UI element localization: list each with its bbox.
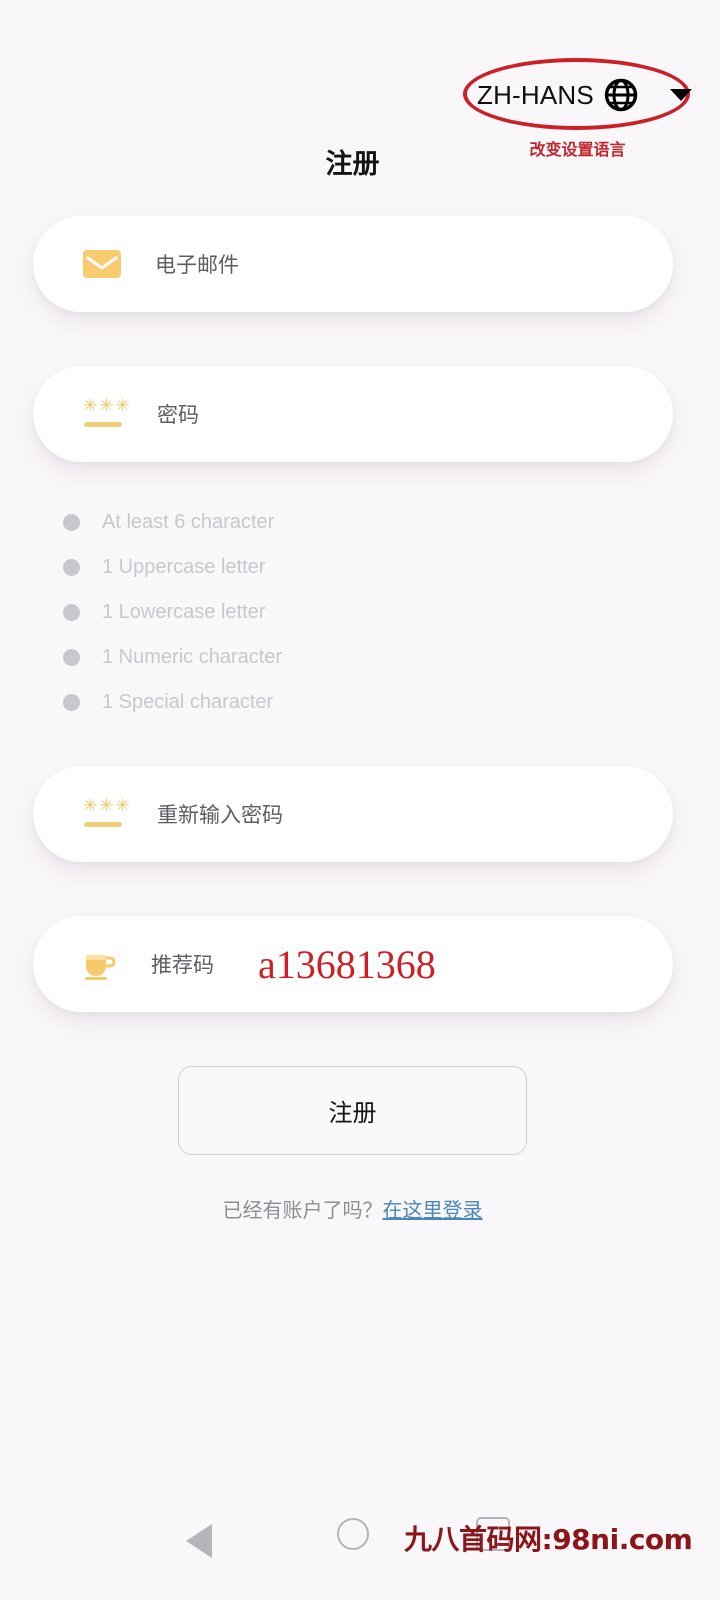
password-placeholder: 密码 (157, 404, 199, 427)
envelope-icon (83, 250, 121, 278)
referral-code-placeholder: 推荐码 (151, 954, 214, 977)
triangle-back-icon[interactable] (186, 1524, 212, 1558)
bullet-dot-icon (63, 514, 80, 531)
list-item: 1 Uppercase letter (63, 545, 543, 590)
list-item: 1 Special character (63, 680, 543, 725)
bullet-dot-icon (63, 559, 80, 576)
confirm-password-field[interactable]: ✳✳✳ 重新输入密码 (33, 766, 673, 862)
watermark-text: 九八首码网:98ni.com (404, 1523, 693, 1556)
login-link[interactable]: 在这里登录 (383, 1200, 483, 1222)
email-placeholder: 电子邮件 (155, 254, 239, 277)
requirement-text: 1 Uppercase letter (102, 556, 266, 578)
bullet-dot-icon (63, 694, 80, 711)
bullet-dot-icon (63, 649, 80, 666)
coffee-cup-icon (83, 948, 117, 980)
list-item: 1 Lowercase letter (63, 590, 543, 635)
requirement-text: 1 Numeric character (102, 646, 283, 668)
password-requirements-list: At least 6 character 1 Uppercase letter … (63, 500, 543, 725)
language-code-label: ZH-HANS (477, 79, 594, 110)
login-prompt-text: 已经有账户了吗？ (222, 1200, 383, 1222)
bullet-dot-icon (63, 604, 80, 621)
requirement-text: 1 Special character (102, 691, 274, 713)
login-prompt-row: 已经有账户了吗？在这里登录 (0, 1194, 705, 1223)
referral-code-field[interactable]: 推荐码 a13681368 (33, 916, 673, 1012)
confirm-password-placeholder: 重新输入密码 (157, 804, 283, 827)
email-field[interactable]: 电子邮件 (33, 216, 673, 312)
circle-home-icon[interactable] (337, 1518, 369, 1550)
page-title: 注册 (325, 149, 380, 179)
requirement-text: 1 Lowercase letter (102, 601, 266, 623)
referral-code-value: a13681368 (258, 941, 436, 987)
android-navigation-bar: 九八首码网:98ni.com (0, 1500, 720, 1600)
requirement-text: At least 6 character (102, 511, 275, 533)
language-selector-button[interactable]: ZH-HANS (477, 78, 692, 112)
chevron-down-icon[interactable] (669, 89, 692, 101)
password-asterisks-icon: ✳✳✳ (83, 398, 130, 430)
list-item: At least 6 character (63, 500, 543, 545)
password-field[interactable]: ✳✳✳ 密码 (33, 366, 673, 462)
register-button[interactable]: 注册 (178, 1066, 527, 1155)
list-item: 1 Numeric character (63, 635, 543, 680)
password-asterisks-icon: ✳✳✳ (83, 798, 130, 830)
globe-icon (604, 78, 638, 112)
